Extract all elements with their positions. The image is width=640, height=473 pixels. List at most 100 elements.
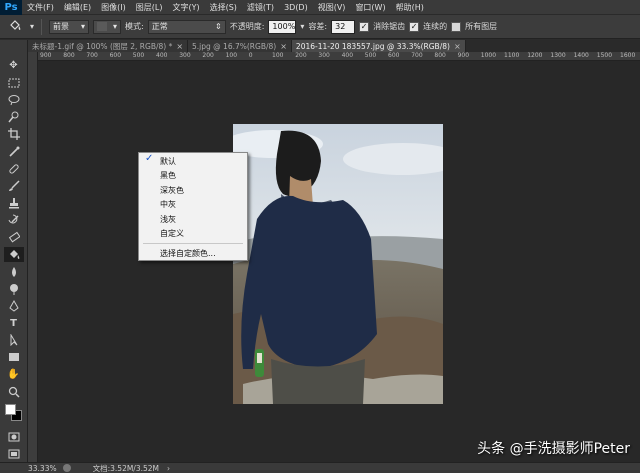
photoshop-logo[interactable]: Ps: [0, 0, 22, 15]
menu-3d[interactable]: 3D(D): [279, 0, 313, 15]
brush-tool-icon[interactable]: [4, 178, 24, 194]
contiguous-checkbox[interactable]: ✓: [409, 21, 420, 32]
antialias-checkbox[interactable]: ✓: [359, 21, 370, 32]
hand-tool-icon[interactable]: ✋: [4, 367, 24, 383]
pattern-swatch-icon: [97, 22, 108, 31]
zoom-level[interactable]: 33.33%: [0, 464, 63, 473]
mode-value: 正常: [151, 22, 168, 31]
antialias-label: 消除锯齿: [373, 22, 406, 31]
clone-stamp-tool-icon[interactable]: [4, 195, 24, 211]
mode-label: 模式:: [125, 22, 144, 31]
tools-panel: ✥ T ✋: [0, 40, 28, 463]
menu-item-select-custom-color[interactable]: 选择自定颜色...: [139, 246, 247, 261]
ruler-tick-label: 1100: [504, 52, 520, 59]
fill-source-select[interactable]: 前景 ▾: [49, 19, 90, 34]
tolerance-input[interactable]: 32: [331, 19, 356, 34]
crop-tool-icon[interactable]: [4, 127, 24, 143]
dodge-tool-icon[interactable]: [4, 281, 24, 297]
menu-edit[interactable]: 编辑(E): [59, 0, 96, 15]
quick-select-tool-icon[interactable]: [4, 109, 24, 125]
ruler-tick-label: 0: [248, 52, 253, 59]
ruler-tick-label: 400: [341, 52, 354, 59]
close-icon[interactable]: ×: [280, 42, 287, 51]
menu-image[interactable]: 图像(I): [96, 0, 131, 15]
tab-document-1[interactable]: 未标题-1.gif @ 100% (图层 2, RGB/8) * ×: [28, 40, 189, 52]
menu-window[interactable]: 窗口(W): [350, 0, 390, 15]
menu-item-dark-gray[interactable]: 深灰色: [139, 183, 247, 198]
tab-label: 2016-11-20 183557.jpg @ 33.3%(RGB/8): [295, 41, 450, 51]
tab-document-2[interactable]: 5.jpg @ 16.7%(RGB/8) ×: [188, 40, 292, 52]
ruler-tick-label: 1200: [527, 52, 543, 59]
ruler-tick-label: 200: [202, 52, 214, 59]
ruler-tick-label: 700: [86, 52, 98, 59]
blur-tool-icon[interactable]: [4, 264, 24, 280]
ruler-tick-label: 800: [434, 52, 446, 59]
share-icon[interactable]: [62, 464, 71, 472]
ruler-tick-label: 1400: [573, 52, 589, 59]
eraser-tool-icon[interactable]: [4, 229, 24, 245]
status-arrow-icon[interactable]: ›: [167, 464, 170, 473]
chevron-updown-icon: ⇕: [215, 22, 222, 31]
path-selection-tool-icon[interactable]: [4, 332, 24, 348]
menu-item-black[interactable]: 黑色: [139, 169, 247, 184]
menu-divider: [143, 243, 243, 244]
rectangle-tool-icon[interactable]: [4, 349, 24, 365]
ruler-tick-label: 500: [364, 52, 377, 59]
close-icon[interactable]: ×: [176, 42, 183, 51]
pattern-picker[interactable]: ▾: [93, 19, 122, 34]
foreground-color-swatch[interactable]: [4, 403, 16, 415]
menu-layer[interactable]: 图层(L): [131, 0, 168, 15]
screen-mode-icon[interactable]: [4, 446, 24, 462]
type-tool-icon[interactable]: T: [4, 315, 24, 331]
menu-select[interactable]: 选择(S): [205, 0, 242, 15]
color-swatches[interactable]: [4, 403, 24, 423]
document-tabs: 未标题-1.gif @ 100% (图层 2, RGB/8) * × 5.jpg…: [28, 40, 640, 52]
opacity-chevron-icon[interactable]: ▾: [300, 22, 304, 31]
tab-label: 5.jpg @ 16.7%(RGB/8): [192, 41, 277, 51]
menu-item-medium-gray[interactable]: 中灰: [139, 198, 247, 213]
divider: [41, 18, 43, 35]
menu-item-default[interactable]: ✓ 默认: [139, 153, 247, 169]
opacity-input[interactable]: 100%: [268, 19, 297, 34]
menu-item-label: 默认: [160, 156, 176, 166]
marquee-tool-icon[interactable]: [4, 75, 24, 91]
menu-help[interactable]: 帮助(H): [391, 0, 429, 15]
move-tool-icon[interactable]: ✥: [4, 58, 24, 74]
paint-bucket-tool-preset-icon[interactable]: [4, 18, 26, 34]
all-layers-checkbox[interactable]: [451, 21, 462, 32]
healing-brush-tool-icon[interactable]: [4, 161, 24, 177]
ruler-tick-label: 200: [295, 52, 307, 59]
menu-file[interactable]: 文件(F): [22, 0, 59, 15]
ruler-tick-label: 1000: [480, 52, 497, 59]
menu-item-label: 黑色: [160, 171, 176, 181]
chevron-down-icon: ▾: [81, 22, 86, 31]
menu-item-label: 选择自定颜色...: [160, 248, 216, 258]
menu-item-custom[interactable]: 自定义: [139, 227, 247, 242]
menu-filter[interactable]: 滤镜(T): [242, 0, 279, 15]
fill-source-value: 前景: [53, 22, 70, 31]
status-bar: 33.33% 文档:3.52M/3.52M ›: [0, 462, 640, 473]
quick-mask-icon[interactable]: [4, 429, 24, 445]
zoom-tool-icon[interactable]: [4, 384, 24, 400]
tool-preset-chevron-icon[interactable]: ▾: [30, 22, 34, 31]
canvas-color-context-menu: ✓ 默认 黑色 深灰色 中灰 浅灰 自定义 选择自定颜色...: [138, 152, 248, 261]
chevron-down-icon: ▾: [113, 22, 118, 31]
close-icon[interactable]: ×: [454, 42, 461, 51]
pen-tool-icon[interactable]: [4, 298, 24, 314]
mode-select[interactable]: 正常 ⇕: [147, 19, 226, 34]
ruler-tick-label: 800: [63, 52, 75, 59]
opacity-label: 不透明度:: [229, 22, 265, 31]
ruler-tick-label: 900: [40, 52, 52, 59]
paint-bucket-tool-icon[interactable]: [3, 246, 24, 263]
history-brush-tool-icon[interactable]: [4, 212, 24, 228]
menu-type[interactable]: 文字(Y): [167, 0, 204, 15]
options-bar: ▾ 前景 ▾ ▾ 模式: 正常 ⇕ 不透明度: 100% ▾ 容差: 32 ✓ …: [0, 15, 640, 39]
ruler-tick-label: 700: [411, 52, 423, 59]
tab-document-3[interactable]: 2016-11-20 183557.jpg @ 33.3%(RGB/8) ×: [291, 40, 466, 52]
tab-label: 未标题-1.gif @ 100% (图层 2, RGB/8) *: [32, 41, 173, 51]
canvas-area[interactable]: [38, 61, 640, 462]
menu-view[interactable]: 视图(V): [313, 0, 351, 15]
menu-item-light-gray[interactable]: 浅灰: [139, 212, 247, 227]
eyedropper-tool-icon[interactable]: [4, 144, 24, 160]
lasso-tool-icon[interactable]: [4, 92, 24, 108]
